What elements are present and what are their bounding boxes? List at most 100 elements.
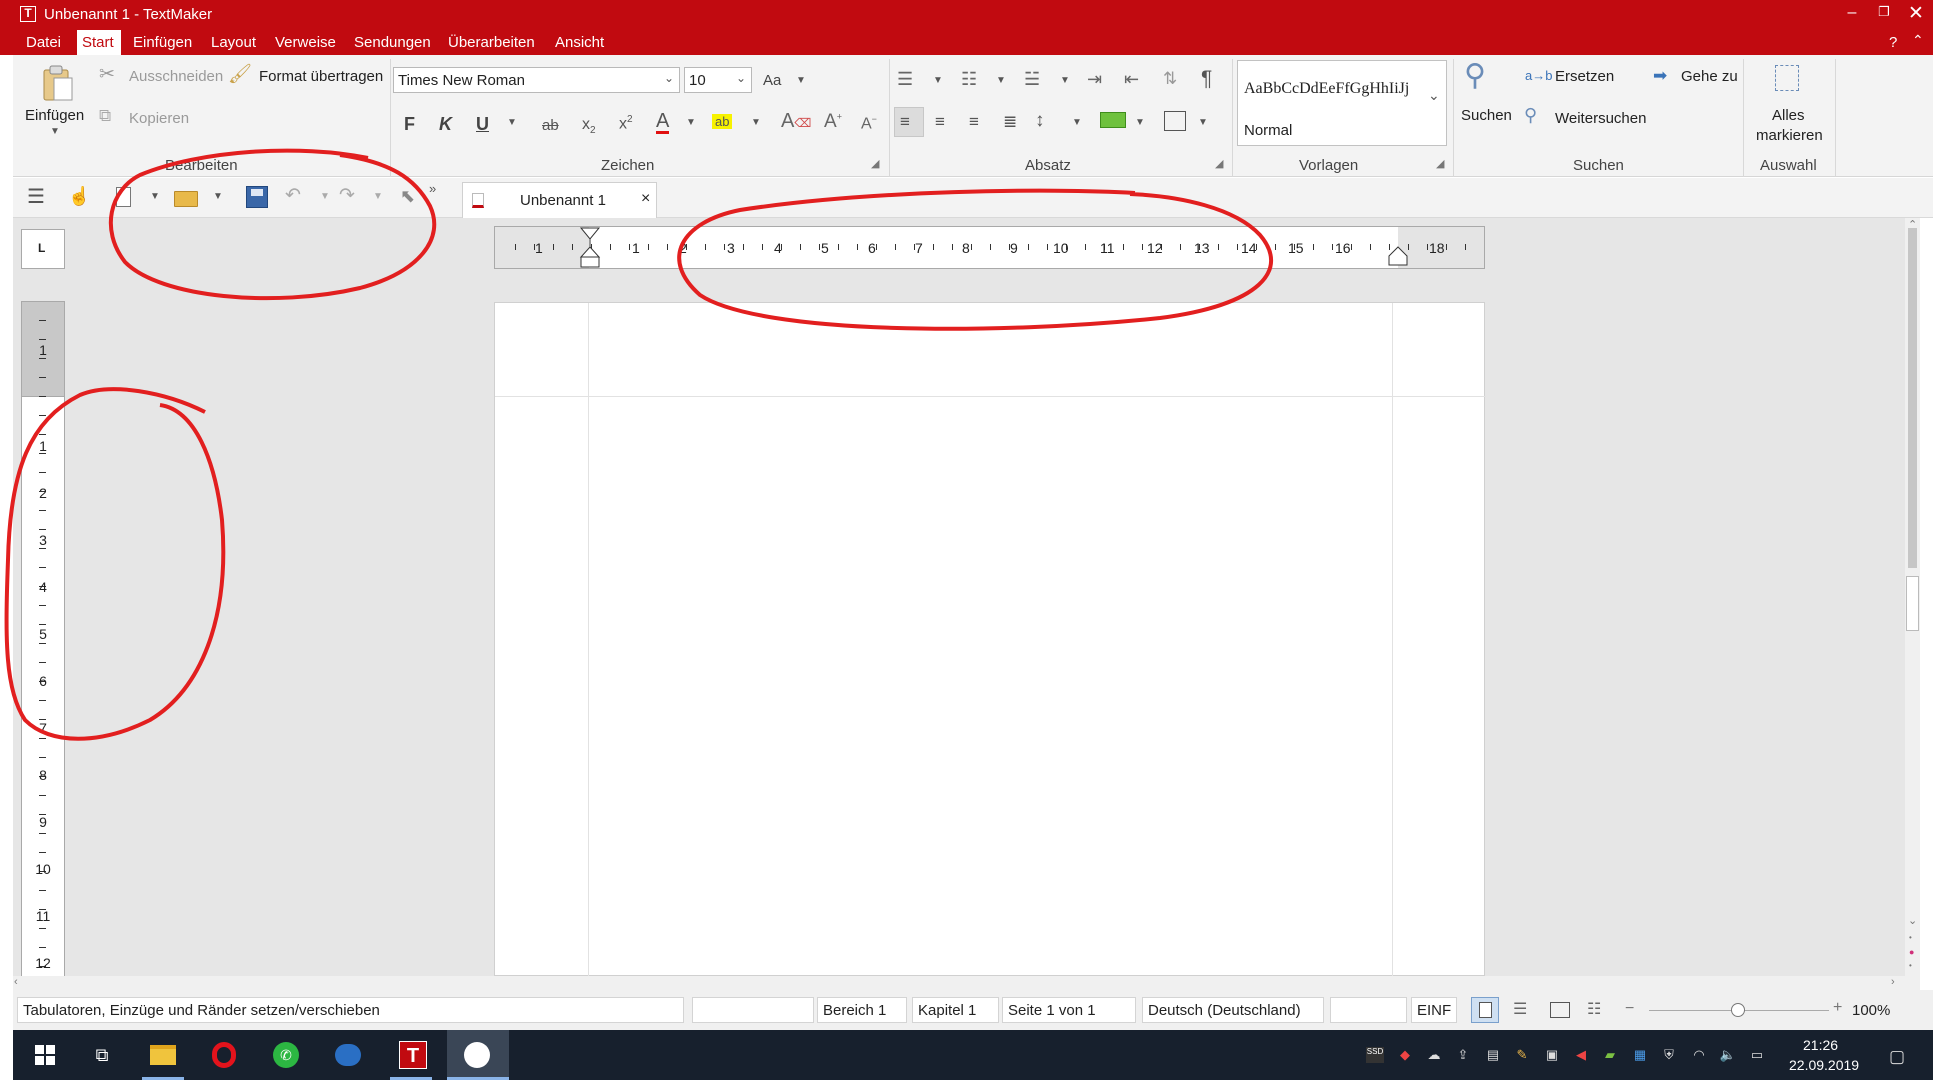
menu-layout[interactable]: Layout xyxy=(211,34,256,51)
menu-datei[interactable]: Datei xyxy=(26,34,61,51)
clock-date[interactable]: 22.09.2019 xyxy=(1789,1058,1859,1072)
increase-indent-icon[interactable]: ⇥ xyxy=(1087,70,1102,88)
menu-start[interactable]: Start xyxy=(82,34,114,51)
status-language[interactable]: Deutsch (Deutschland) xyxy=(1142,997,1324,1023)
previous-page-icon[interactable]: • xyxy=(1909,934,1912,942)
next-page-icon[interactable]: • xyxy=(1909,962,1912,970)
font-name-combo[interactable]: Times New Roman ⌄ xyxy=(393,67,680,93)
scroll-right-icon[interactable]: › xyxy=(1891,977,1895,988)
paragraph-dialog-launcher-icon[interactable]: ◢ xyxy=(1215,159,1223,170)
view-normal-button[interactable] xyxy=(1471,997,1499,1023)
left-indent-marker[interactable] xyxy=(579,227,601,269)
style-gallery[interactable]: AaBbCcDdEeFfGgHhIiJj Normal ⌄ xyxy=(1237,60,1447,146)
bullet-list-dropdown-icon[interactable]: ▼ xyxy=(933,76,943,86)
view-master-icon[interactable]: ☷ xyxy=(1587,1002,1601,1018)
mail-app-icon[interactable] xyxy=(331,1038,365,1072)
select-all-icon[interactable] xyxy=(1775,65,1799,91)
vertical-ruler[interactable]: 1 1 2 3 4 5 6 7 8 9 10 11 12 xyxy=(21,301,65,977)
search-button-label[interactable]: Suchen xyxy=(1461,108,1512,123)
paste-button-label[interactable]: Einfügen xyxy=(25,108,84,123)
whatsapp-icon[interactable]: ✆ xyxy=(269,1038,303,1072)
change-case-dropdown-icon[interactable]: ▼ xyxy=(796,76,806,86)
close-window-button[interactable]: ✕ xyxy=(1902,2,1930,24)
undo-icon[interactable]: ↶ xyxy=(285,186,301,205)
volume-icon[interactable]: 🔈 xyxy=(1719,1047,1737,1063)
change-case-icon[interactable]: Aa xyxy=(763,73,781,88)
tray-window-icon[interactable]: ▣ xyxy=(1543,1047,1561,1063)
copy-button[interactable]: Kopieren xyxy=(129,111,189,126)
restore-button[interactable]: ❐ xyxy=(1870,4,1898,26)
new-document-icon[interactable] xyxy=(116,187,131,207)
storage-icon[interactable]: ▤ xyxy=(1484,1047,1502,1063)
align-left-icon[interactable]: ≡ xyxy=(900,113,910,130)
redo-dropdown-icon[interactable]: ▼ xyxy=(373,192,383,202)
minimize-button[interactable]: – xyxy=(1838,4,1866,26)
new-document-dropdown-icon[interactable]: ▼ xyxy=(150,192,160,202)
clear-format-icon[interactable]: A⌫ xyxy=(781,111,811,131)
borders-dropdown-icon[interactable]: ▼ xyxy=(1198,118,1208,128)
nvidia-icon[interactable]: ▰ xyxy=(1601,1047,1619,1063)
search-icon[interactable]: ⚲ xyxy=(1464,61,1486,91)
tab-stop-selector[interactable]: L xyxy=(21,229,65,269)
font-size-combo[interactable]: 10 ⌄ xyxy=(684,67,752,93)
cut-button[interactable]: Ausschneiden xyxy=(129,69,223,84)
notifications-icon[interactable]: ▢ xyxy=(1888,1047,1906,1066)
vertical-scrollbar[interactable]: ⌃ ⌄ • ● • xyxy=(1905,218,1920,990)
help-button[interactable]: ? xyxy=(1889,34,1897,51)
document-tab[interactable]: Unbenannt 1 × xyxy=(462,182,657,218)
clock-time[interactable]: 21:26 xyxy=(1803,1038,1838,1052)
undo-dropdown-icon[interactable]: ▼ xyxy=(320,192,330,202)
collapse-ribbon-icon[interactable]: ⌃ xyxy=(1912,32,1924,49)
view-outline-icon[interactable]: ☰ xyxy=(1513,1002,1527,1018)
browse-object-icon[interactable]: ● xyxy=(1909,948,1914,957)
numbered-list-icon[interactable]: ☷ xyxy=(961,70,977,88)
scroll-down-icon[interactable]: ⌄ xyxy=(1908,916,1917,927)
shading-icon[interactable] xyxy=(1100,112,1126,128)
line-spacing-icon[interactable]: ↕ xyxy=(1035,111,1045,130)
align-right-icon[interactable]: ≡ xyxy=(969,113,979,130)
open-folder-dropdown-icon[interactable]: ▼ xyxy=(213,192,223,202)
multilevel-list-dropdown-icon[interactable]: ▼ xyxy=(1060,76,1070,86)
borders-icon[interactable] xyxy=(1164,111,1186,131)
subscript-icon[interactable]: x2 xyxy=(582,116,596,136)
decrease-indent-icon[interactable]: ⇤ xyxy=(1124,70,1139,88)
pilcrow-icon[interactable]: ¶ xyxy=(1201,68,1212,89)
document-page[interactable] xyxy=(494,302,1486,977)
font-dialog-launcher-icon[interactable]: ◢ xyxy=(871,159,879,170)
photos-app-icon[interactable] xyxy=(460,1038,494,1072)
menu-ansicht[interactable]: Ansicht xyxy=(555,34,604,51)
cloud-upload-icon[interactable]: ⇪ xyxy=(1454,1047,1472,1063)
onedrive-icon[interactable]: ☁ xyxy=(1425,1047,1443,1063)
multilevel-list-icon[interactable]: ☱ xyxy=(1024,70,1040,88)
split-handle[interactable] xyxy=(1906,576,1919,631)
file-explorer-icon[interactable] xyxy=(146,1038,180,1072)
font-color-dropdown-icon[interactable]: ▼ xyxy=(686,118,696,128)
sort-icon[interactable]: ⇅ xyxy=(1163,70,1177,87)
battery-icon[interactable]: ▭ xyxy=(1748,1047,1766,1063)
toolbar-overflow-icon[interactable]: » xyxy=(429,182,436,195)
scroll-left-icon[interactable]: ‹ xyxy=(14,977,18,988)
numbered-list-dropdown-icon[interactable]: ▼ xyxy=(996,76,1006,86)
start-button[interactable] xyxy=(28,1038,62,1072)
find-next-button[interactable]: Weitersuchen xyxy=(1555,111,1646,126)
tray-speaker-red-icon[interactable]: ◀ xyxy=(1572,1047,1590,1063)
document-tab-close-icon[interactable]: × xyxy=(641,191,650,207)
right-indent-marker[interactable] xyxy=(1387,245,1409,267)
style-gallery-chevron-icon[interactable]: ⌄ xyxy=(1428,88,1440,102)
replace-button[interactable]: Ersetzen xyxy=(1555,69,1614,84)
paste-icon[interactable] xyxy=(37,63,77,103)
format-painter-button[interactable]: Format übertragen xyxy=(259,69,383,84)
font-color-icon[interactable]: A xyxy=(656,111,670,134)
underline-button[interactable]: U xyxy=(476,115,489,133)
shrink-font-icon[interactable]: A− xyxy=(861,115,877,132)
bold-button[interactable]: F xyxy=(404,115,415,133)
highlight-dropdown-icon[interactable]: ▼ xyxy=(751,118,761,128)
menu-ueberarbeiten[interactable]: Überarbeiten xyxy=(448,34,535,51)
textmaker-taskbar-icon[interactable]: T xyxy=(396,1038,430,1072)
view-page-icon[interactable] xyxy=(1550,1002,1570,1018)
defender-icon[interactable]: ⛨ xyxy=(1660,1047,1678,1063)
styles-dialog-launcher-icon[interactable]: ◢ xyxy=(1436,159,1444,170)
hamburger-menu-icon[interactable]: ☰ xyxy=(27,187,45,207)
select-all-label-line1[interactable]: Alles xyxy=(1772,108,1805,123)
open-folder-icon[interactable] xyxy=(174,191,198,207)
